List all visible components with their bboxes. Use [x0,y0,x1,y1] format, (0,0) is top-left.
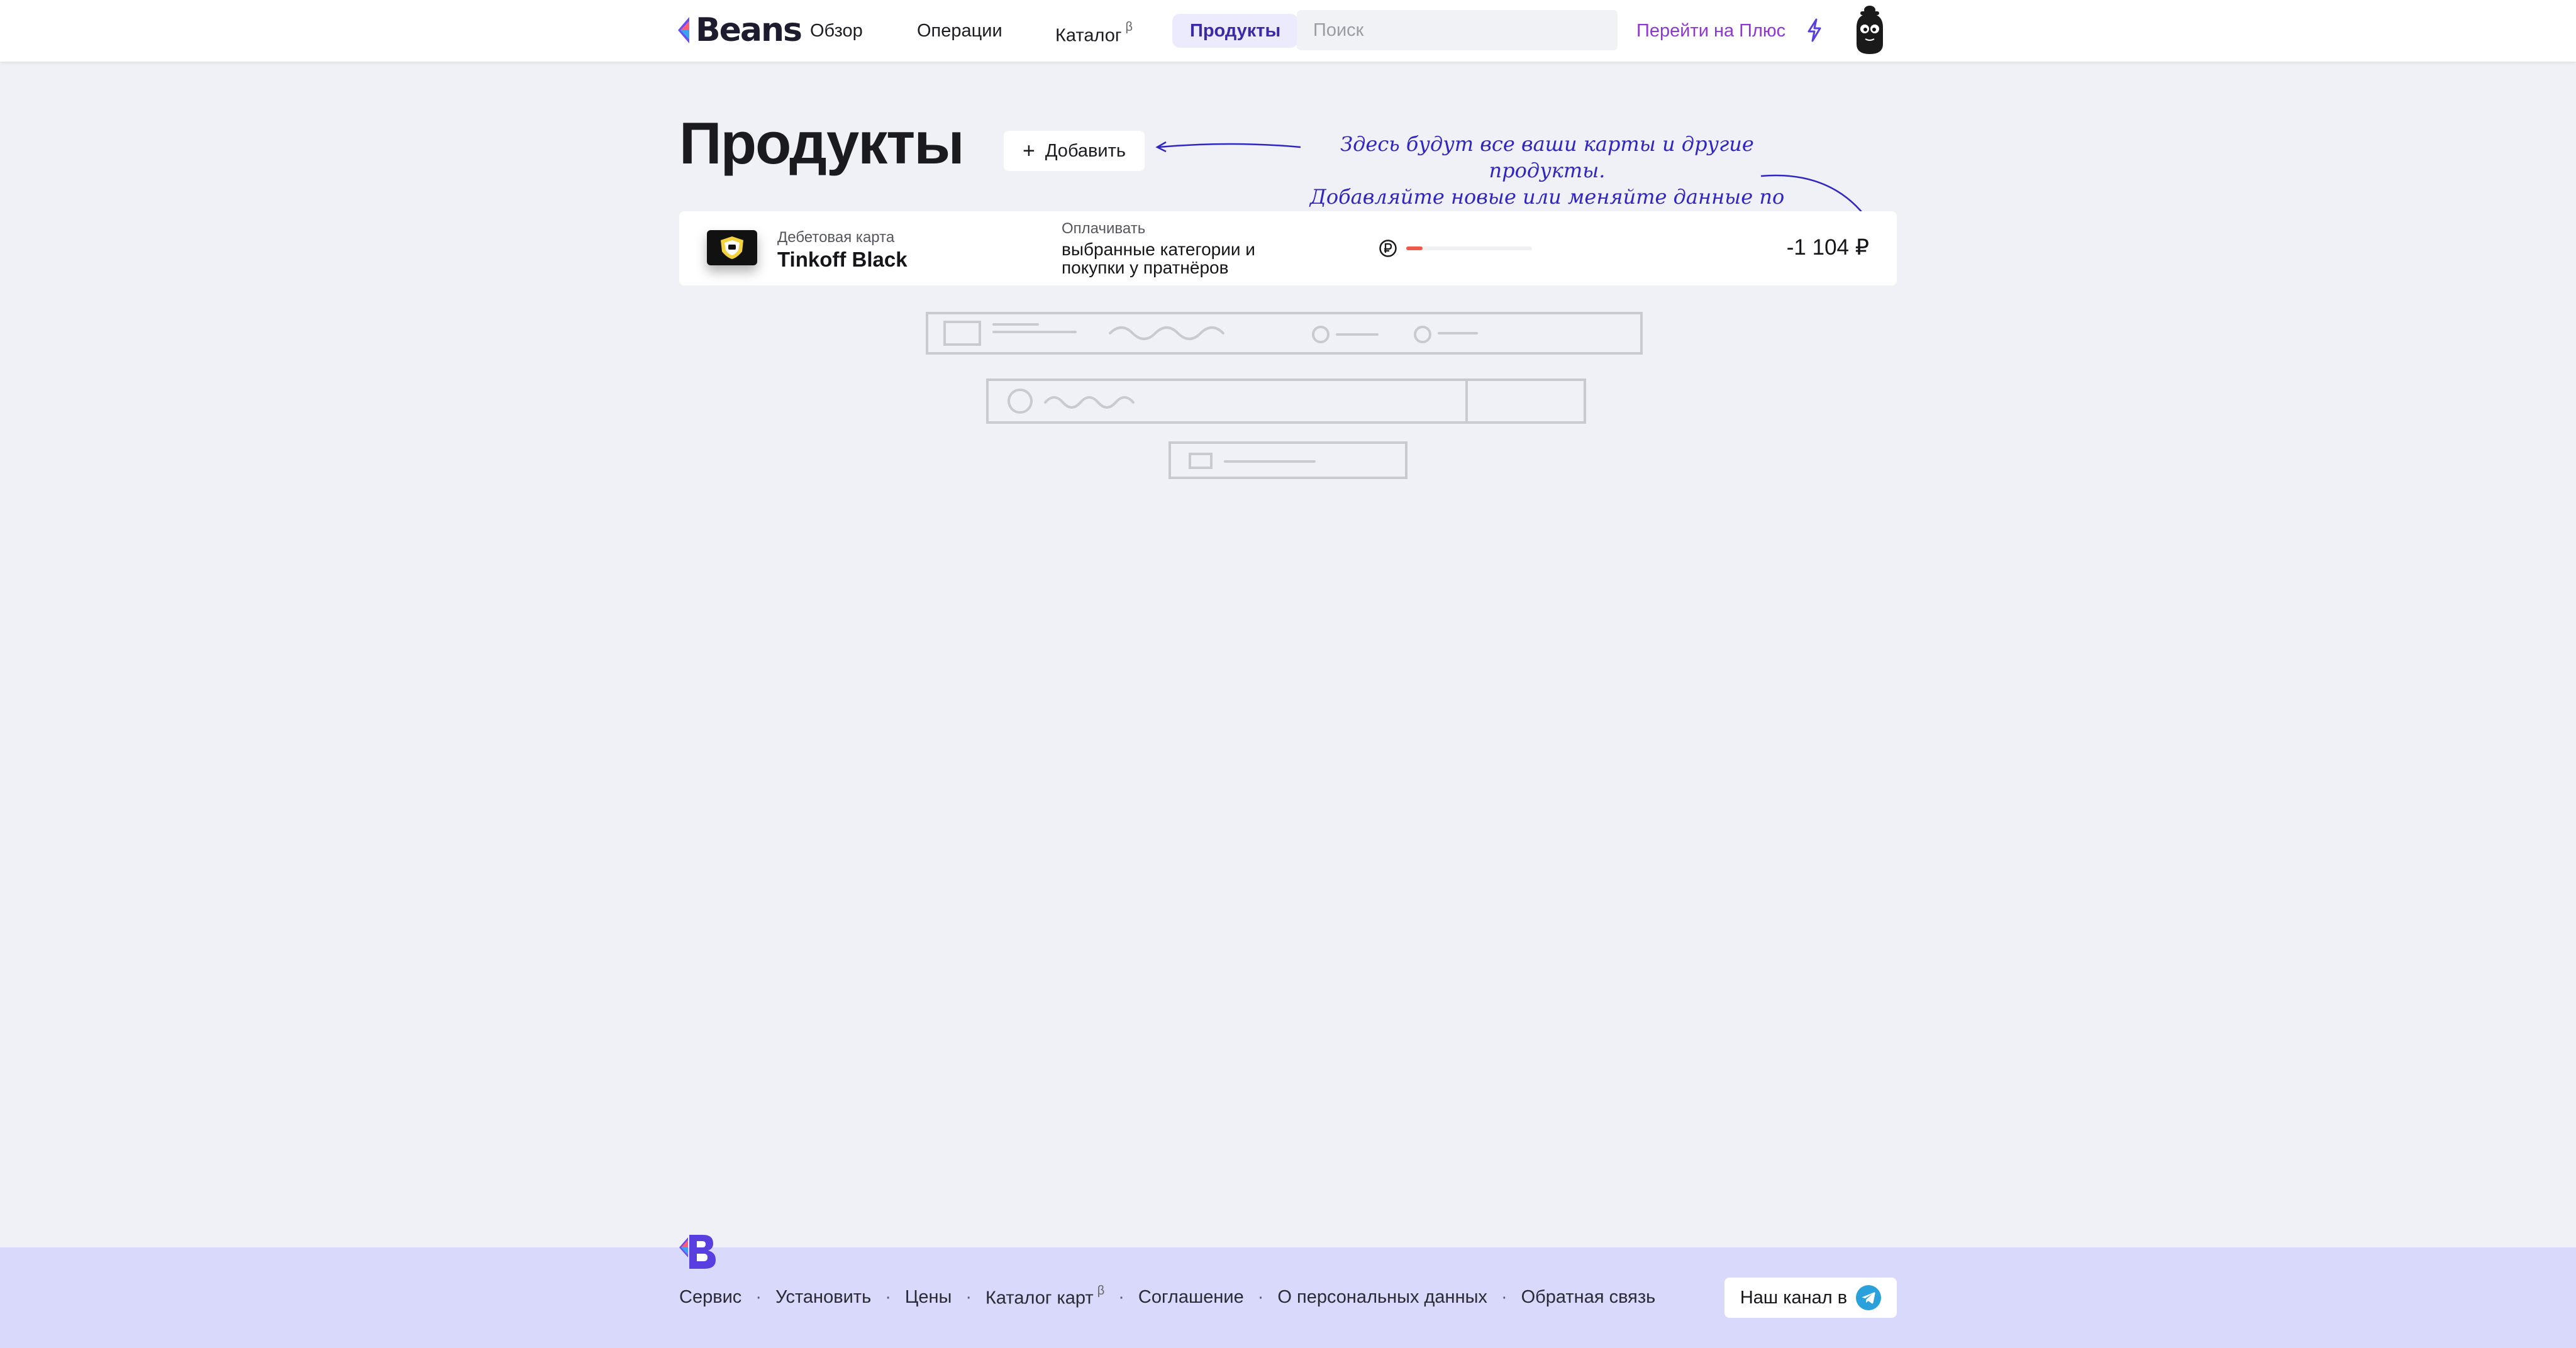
separator-dot: · [885,1287,891,1308]
footer-logo-icon[interactable] [679,1231,719,1271]
mascot-avatar[interactable] [1852,3,1888,55]
tinkoff-shield-icon [721,236,743,259]
footer-link-personal-data[interactable]: О персональных данных [1277,1287,1487,1308]
plus-icon: + [1022,139,1035,163]
telegram-channel-label: Наш канал в [1740,1287,1848,1308]
footer-link-card-catalog[interactable]: Каталог карт β [985,1284,1105,1309]
product-type: Дебетовая карта [777,229,895,246]
product-row[interactable]: Дебетовая карта Tinkoff Black Оплачивать… [679,211,1897,285]
telegram-channel-button[interactable]: Наш канал в [1724,1278,1897,1318]
add-product-label: Добавить [1045,140,1126,161]
progress-fill [1406,246,1423,250]
footer-links: Сервис · Установить · Цены · Каталог кар… [679,1284,1656,1309]
separator-dot: · [1257,1287,1264,1308]
telegram-icon [1856,1285,1882,1310]
card-thumbnail [707,230,757,265]
separator-dot: · [965,1287,972,1308]
empty-state-illustration [926,312,1643,479]
bolt-icon[interactable] [1805,18,1824,43]
nav-overview[interactable]: Обзор [810,14,863,48]
hint-line-1: Здесь будут все ваши карты и другие прод… [1340,132,1754,182]
cashback-label: Оплачивать [1062,220,1146,237]
add-product-button[interactable]: + Добавить [1004,131,1145,171]
product-amount: -1 104 ₽ [1786,235,1869,260]
nav-catalog-label: Каталог [1055,25,1122,46]
beans-logo[interactable]: Beans [678,11,802,49]
footer-link-service[interactable]: Сервис [679,1287,741,1308]
separator-dot: · [1118,1287,1124,1308]
footer-catalog-beta-badge: β [1097,1284,1105,1298]
search-input[interactable] [1297,10,1618,50]
nav-operations[interactable]: Операции [917,14,1002,48]
beans-logo-mark [678,17,689,43]
spending-progress-bar [1406,246,1532,250]
footer-link-install[interactable]: Установить [775,1287,871,1308]
cashback-description: выбранные категории и покупки у пратнёро… [1062,240,1255,277]
product-name: Tinkoff Black [777,248,908,271]
footer-link-feedback[interactable]: Обратная связь [1521,1287,1656,1308]
footer-link-card-catalog-label: Каталог карт [985,1288,1094,1308]
top-navigation-bar: Beans Обзор Операции Каталог β Продукты П… [0,0,2576,62]
upgrade-plus-link[interactable]: Перейти на Плюс [1636,14,1785,48]
page-title: Продукты [679,110,965,176]
footer-link-prices[interactable]: Цены [905,1287,952,1308]
logo-text: Beans [696,11,802,49]
ruble-icon [1379,240,1397,257]
nav-catalog-beta-badge: β [1125,20,1133,34]
nav-products[interactable]: Продукты [1172,14,1299,48]
hint-arrow-left-icon [1155,141,1301,153]
footer-link-agreement[interactable]: Соглашение [1138,1287,1244,1308]
nav-catalog[interactable]: Каталог β [1055,14,1133,48]
separator-dot: · [755,1287,762,1308]
separator-dot: · [1501,1287,1507,1308]
